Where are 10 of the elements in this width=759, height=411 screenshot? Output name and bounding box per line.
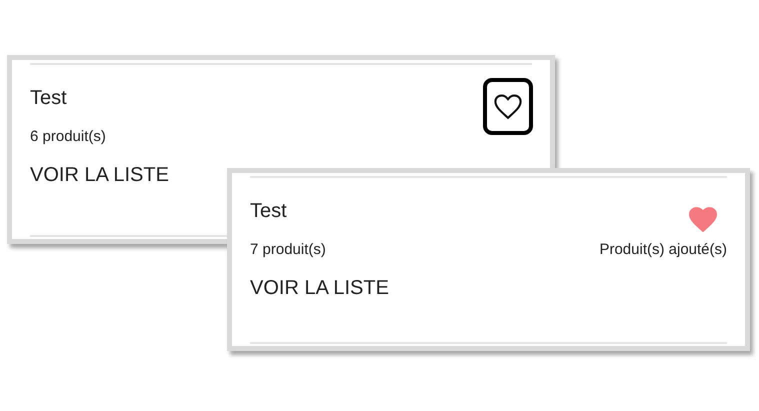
added-note: Produit(s) ajouté(s) [599,240,727,260]
list-title: Test [30,86,67,111]
product-count: 6 produit(s) [30,127,106,147]
view-list-link[interactable]: VOIR LA LISTE [30,161,169,189]
favorite-button[interactable] [483,78,533,135]
product-count: 7 produit(s) [250,240,326,260]
list-title: Test [250,199,287,224]
heart-icon [689,206,717,232]
view-list-link[interactable]: VOIR LA LISTE [250,274,389,302]
heart-icon [494,94,522,120]
